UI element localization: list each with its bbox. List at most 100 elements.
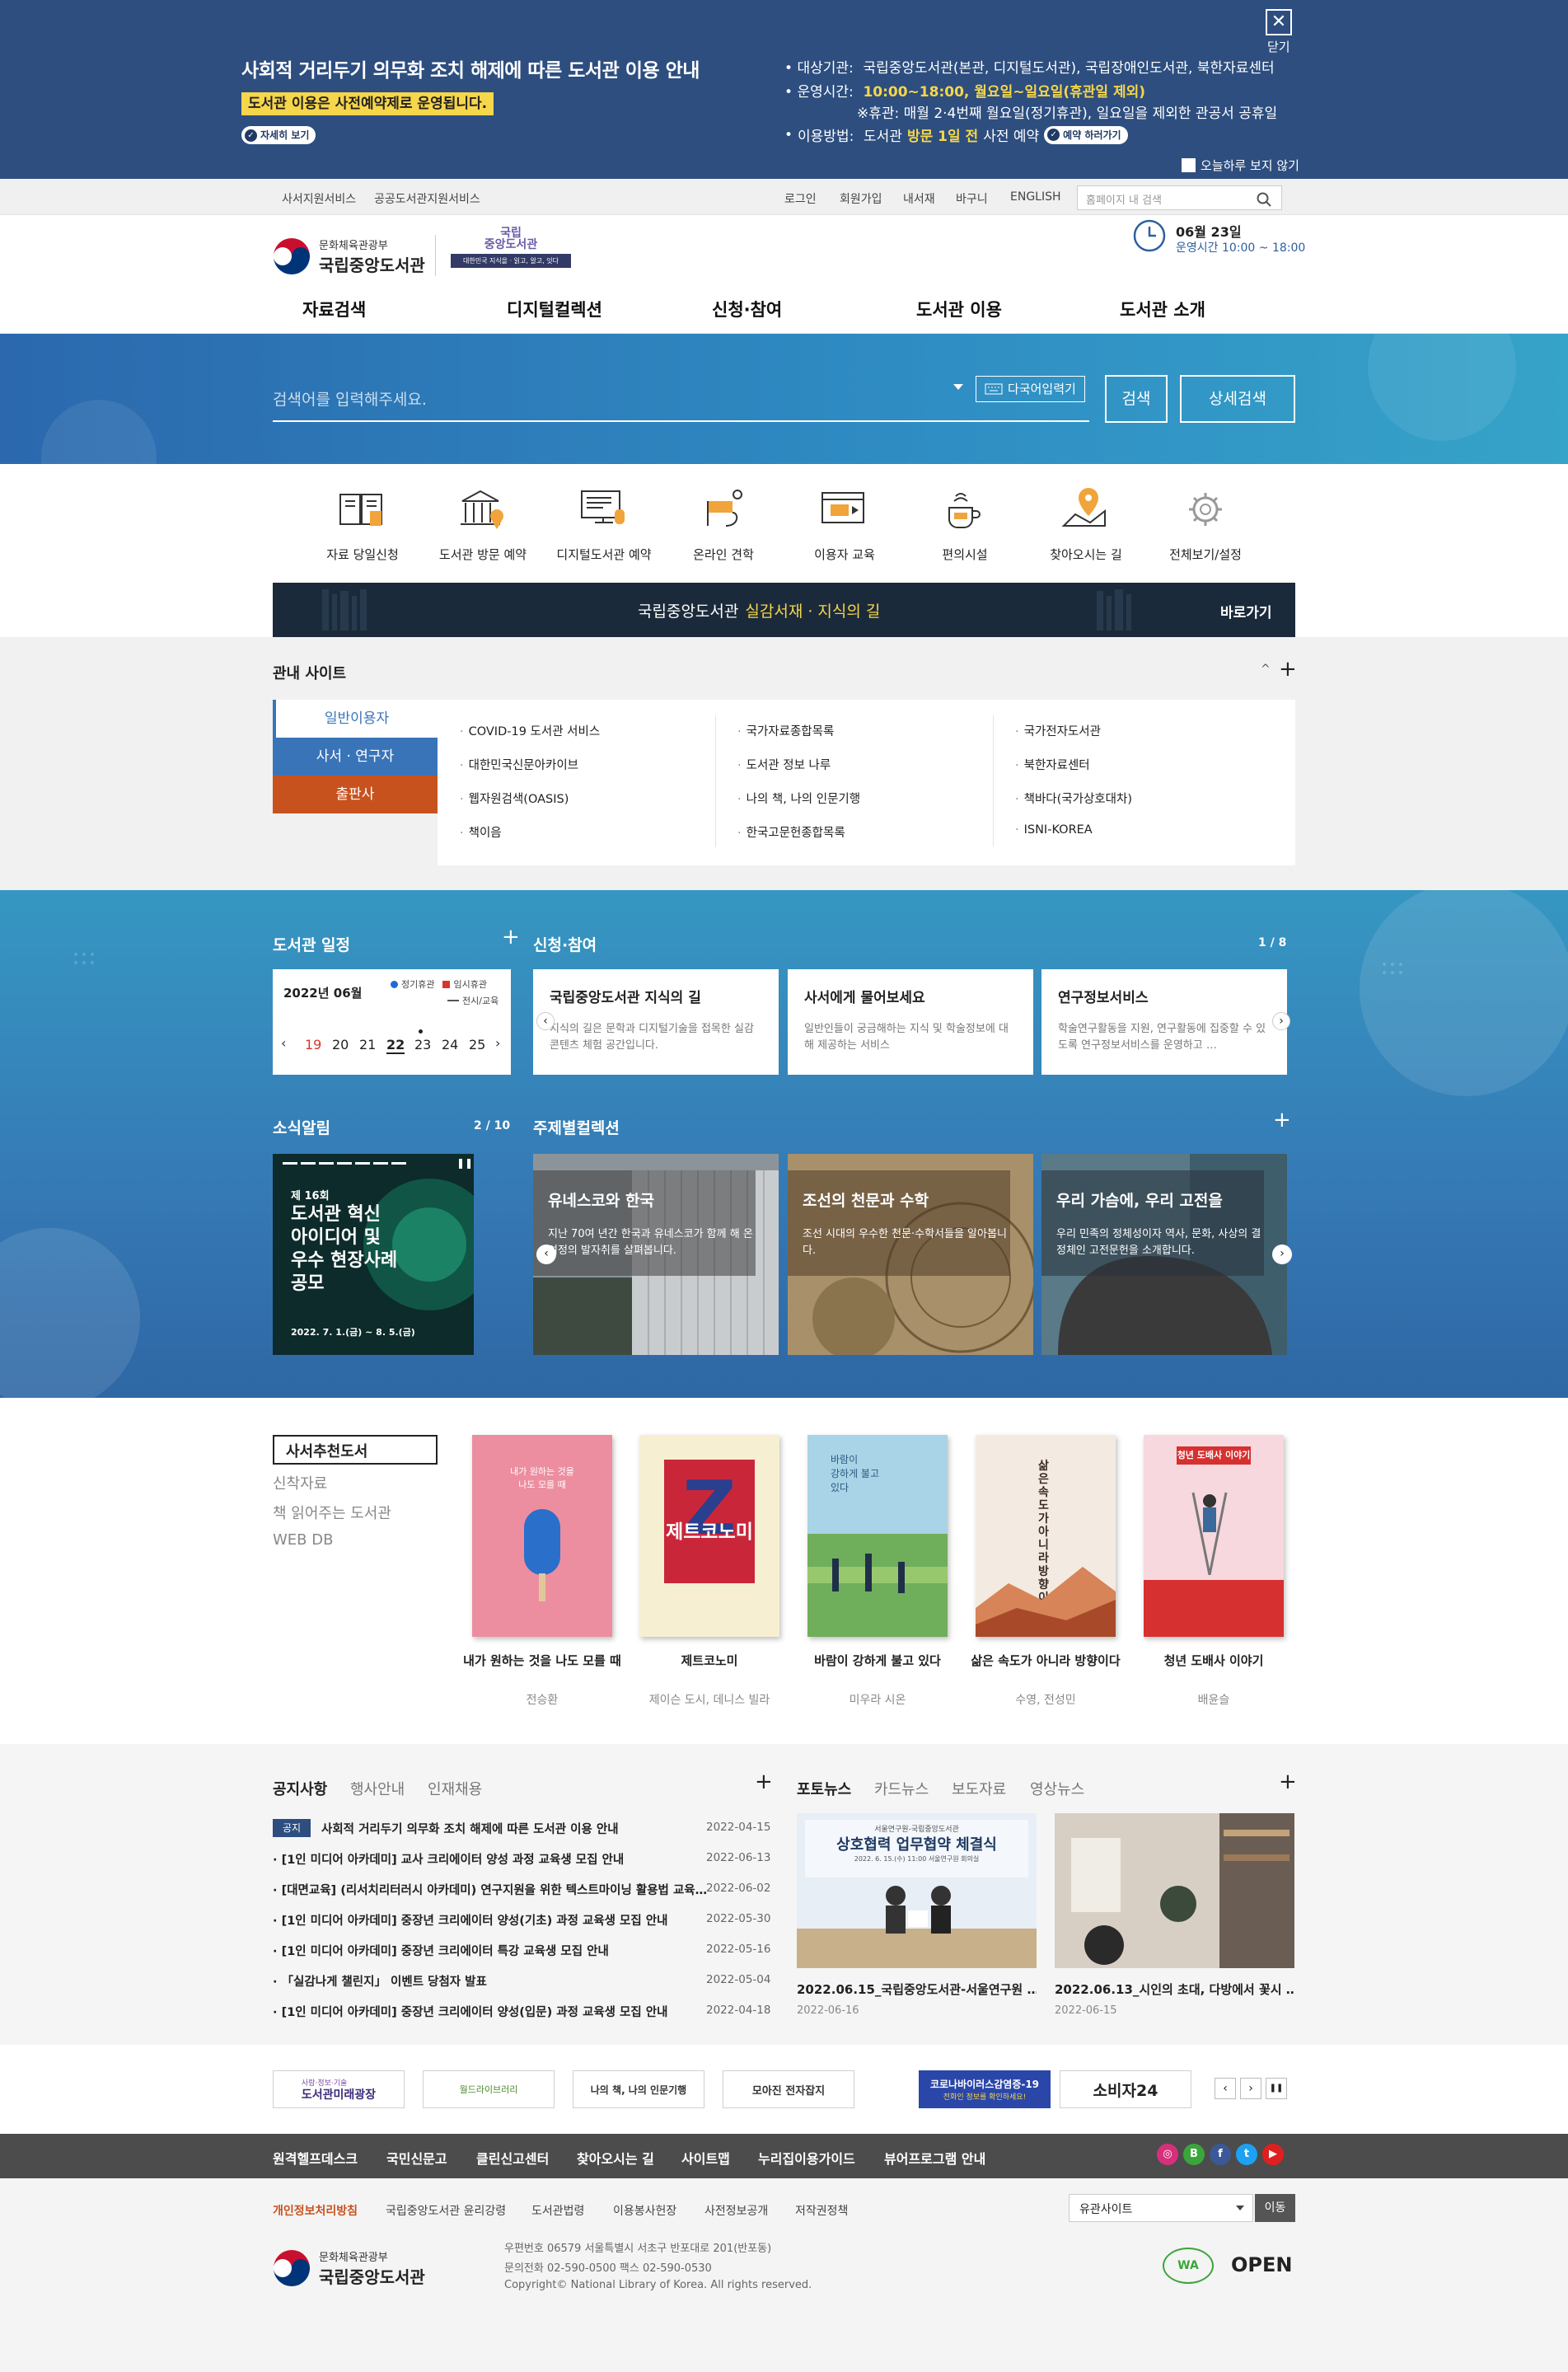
book-title[interactable]: 내가 원하는 것을 나도 모를 때	[460, 1652, 625, 1669]
banner-item[interactable]: 코로나바이러스감염증-19 전화인 정보를 확인하세요!	[919, 2070, 1051, 2108]
footer-nav-link[interactable]: 국민신문고	[386, 2148, 447, 2168]
facebook-icon[interactable]: f	[1210, 2144, 1231, 2165]
go-button[interactable]: 바로가기	[1220, 601, 1272, 621]
quick-online-tour[interactable]: 온라인 견학	[666, 485, 781, 563]
instagram-icon[interactable]: ◎	[1157, 2144, 1178, 2165]
site-link[interactable]: 책이음	[460, 823, 502, 841]
book-cover[interactable]: 삶은 속도가 아니라 방향이다	[976, 1435, 1116, 1637]
pause-icon[interactable]: ❚❚	[456, 1157, 473, 1169]
collection-card[interactable]: 우리 가슴에, 우리 고전을 우리 민족의 정체성이자 역사, 문화, 사상의 …	[1041, 1154, 1287, 1355]
util-english[interactable]: ENGLISH	[1010, 190, 1061, 204]
tab-photo-news[interactable]: 포토뉴스	[797, 1778, 851, 1799]
site-link[interactable]: 국가전자도서관	[1015, 722, 1101, 739]
util-link-public[interactable]: 공공도서관지원서비스	[374, 190, 480, 207]
book-cover[interactable]: 청년 도배사 이야기	[1144, 1435, 1284, 1637]
quick-directions[interactable]: 찾아오시는 길	[1028, 485, 1144, 563]
collection-prev-icon[interactable]: ‹	[536, 1245, 556, 1264]
main-search-input[interactable]: 검색어를 입력해주세요.	[273, 387, 427, 410]
collapse-icon[interactable]: ^	[1261, 663, 1271, 676]
book-tab-webdb[interactable]: WEB DB	[273, 1531, 333, 1549]
collection-card[interactable]: 유네스코와 한국 지난 70여 년간 한국과 유네스코가 함께 해 온 여정의 …	[533, 1154, 779, 1355]
dropdown-caret-icon[interactable]	[953, 384, 963, 390]
news-slide-poster[interactable]: ❚❚ 제 16회 도서관 혁신 아이디어 및 우수 현장사례 공모 2022. …	[273, 1154, 474, 1355]
book-title[interactable]: 청년 도배사 이야기	[1131, 1652, 1296, 1669]
tab-general-user[interactable]: 일반이용자	[273, 700, 438, 738]
notice-item[interactable]: · [1인 미디어 아카데미] 중장년 크리에이터 양성(입문) 과정 교육생 …	[273, 2003, 709, 2020]
book-title[interactable]: 제트코노미	[627, 1652, 792, 1669]
util-login[interactable]: 로그인	[784, 190, 817, 207]
notice-more-plus-icon[interactable]: +	[755, 1770, 773, 1794]
banner-next-icon[interactable]: ›	[1240, 2078, 1261, 2099]
book-cover[interactable]: Z 제트코노미 -Cenomy	[639, 1435, 779, 1637]
notice-item[interactable]: · [대면교육] (리서치리터러시 아카데미) 연구지원을 위한 텍스트마이닝 …	[273, 1881, 709, 1898]
util-join[interactable]: 회원가입	[840, 190, 882, 207]
quick-facilities[interactable]: 편의시설	[907, 485, 1023, 563]
footer-privacy-link[interactable]: 개인정보처리방침	[273, 2202, 358, 2219]
banner-prev-icon[interactable]: ‹	[1215, 2078, 1236, 2099]
tab-press[interactable]: 보도자료	[952, 1778, 1006, 1799]
photo-caption[interactable]: 2022.06.13_시인의 초대, 다방에서 꽃시 …	[1055, 1981, 1294, 1998]
apply-next-icon[interactable]: ›	[1272, 1012, 1290, 1030]
photo-news-thumb[interactable]	[1055, 1813, 1294, 1968]
calendar-next-icon[interactable]: ›	[495, 1035, 500, 1051]
apply-card[interactable]: 사서에게 물어보세요 일반인들이 궁금해하는 지식 및 학술정보에 대해 제공하는…	[788, 969, 1033, 1075]
cal-day[interactable]: 21	[359, 1037, 376, 1052]
util-link-librarian[interactable]: 사서지원서비스	[282, 190, 356, 207]
notice-item[interactable]: · [1인 미디어 아카데미] 중장년 크리에이터 양성(기초) 과정 교육생 …	[273, 1911, 709, 1929]
footer-link[interactable]: 국립중앙도서관 윤리강령	[386, 2202, 506, 2219]
site-link[interactable]: 나의 책, 나의 인문기행	[737, 790, 861, 807]
notice-item[interactable]: · [1인 미디어 아카데미] 중장년 크리에이터 특강 교육생 모집 안내	[273, 1942, 709, 1959]
site-logo[interactable]: 문화체육관광부 국립중앙도서관	[273, 237, 425, 276]
site-link[interactable]: 국가자료종합목록	[737, 722, 835, 739]
related-go-button[interactable]: 이동	[1255, 2194, 1295, 2222]
cal-day-sun[interactable]: 19	[305, 1037, 321, 1052]
site-link[interactable]: ISNI-KOREA	[1015, 823, 1093, 837]
calendar-prev-icon[interactable]: ‹	[281, 1035, 286, 1051]
gnb-digital[interactable]: 디지털컬렉션	[507, 297, 602, 321]
site-link[interactable]: 북한자료센터	[1015, 756, 1090, 773]
gnb-search[interactable]: 자료검색	[302, 297, 366, 321]
banner-pause-icon[interactable]: ❚❚	[1266, 2078, 1287, 2099]
notice-item[interactable]: · [1인 미디어 아카데미] 교사 크리에이터 양성 과정 교육생 모집 안내	[273, 1850, 709, 1868]
collections-plus-icon[interactable]: +	[1273, 1108, 1291, 1132]
collection-card[interactable]: 조선의 천문과 수학 조선 시대의 우수한 천문·수학서들을 알아봅니다.	[788, 1154, 1033, 1355]
tab-card-news[interactable]: 카드뉴스	[874, 1778, 929, 1799]
cal-day[interactable]: 20	[332, 1037, 349, 1052]
banner-item[interactable]: 모아진 전자잡지	[723, 2070, 854, 2108]
search-button[interactable]: 검색	[1105, 375, 1168, 423]
site-link[interactable]: COVID-19 도서관 서비스	[460, 722, 601, 739]
gnb-apply[interactable]: 신청·참여	[712, 297, 782, 321]
apply-prev-icon[interactable]: ‹	[536, 1012, 555, 1030]
checkbox-box[interactable]	[1182, 158, 1196, 172]
popup-close-button[interactable]: ✕	[1266, 9, 1292, 35]
youtube-icon[interactable]: ▶	[1262, 2144, 1284, 2165]
book-tab-recommended[interactable]: 사서추천도서	[273, 1435, 438, 1465]
book-cover[interactable]: 바람이 강하게 불고 있다	[807, 1435, 948, 1637]
popup-detail-button[interactable]: ✓ 자세히 보기	[241, 126, 316, 144]
no-more-today-checkbox[interactable]: 오늘하루 보지 않기	[1182, 157, 1299, 174]
site-link[interactable]: 웹자원검색(OASIS)	[460, 790, 569, 807]
footer-link[interactable]: 도서관법령	[531, 2202, 584, 2219]
tab-recruit[interactable]: 인재채용	[428, 1778, 482, 1799]
multilang-keyboard-button[interactable]: 다국어입력기	[976, 376, 1085, 402]
twitter-icon[interactable]: t	[1236, 2144, 1257, 2165]
gnb-about[interactable]: 도서관 소개	[1120, 297, 1205, 321]
footer-nav-link[interactable]: 사이트맵	[681, 2148, 730, 2168]
site-link[interactable]: 대한민국신문아카이브	[460, 756, 578, 773]
photo-caption[interactable]: 2022.06.15_국립중앙도서관-서울연구원 …	[797, 1981, 1037, 1998]
book-title[interactable]: 바람이 강하게 불고 있다	[795, 1652, 960, 1669]
search-icon[interactable]	[1257, 192, 1271, 207]
footer-nav-link[interactable]: 찾아오시는 길	[577, 2148, 654, 2168]
schedule-more-plus-icon[interactable]: +	[502, 925, 520, 949]
footer-link[interactable]: 사전정보공개	[704, 2202, 768, 2219]
apply-card[interactable]: 연구정보서비스 학술연구활동을 지원, 연구활동에 집중할 수 있도록 연구정보서…	[1041, 969, 1287, 1075]
quick-book-request[interactable]: 자료 당일신청	[305, 485, 420, 563]
site-search-input[interactable]: 홈페이지 내 검색	[1077, 185, 1282, 210]
book-title[interactable]: 삶은 속도가 아니라 방향이다	[963, 1652, 1128, 1669]
footer-nav-link[interactable]: 누리집이용가이드	[758, 2148, 855, 2168]
blog-icon[interactable]: B	[1183, 2144, 1205, 2165]
related-sites-select[interactable]: 유관사이트	[1069, 2194, 1253, 2222]
util-cart[interactable]: 바구니	[956, 190, 988, 207]
quick-user-education[interactable]: 이용자 교육	[787, 485, 902, 563]
photo-news-thumb[interactable]: 서울연구원-국립중앙도서관 상호협력 업무협약 체결식 2022. 6. 15.…	[797, 1813, 1037, 1968]
